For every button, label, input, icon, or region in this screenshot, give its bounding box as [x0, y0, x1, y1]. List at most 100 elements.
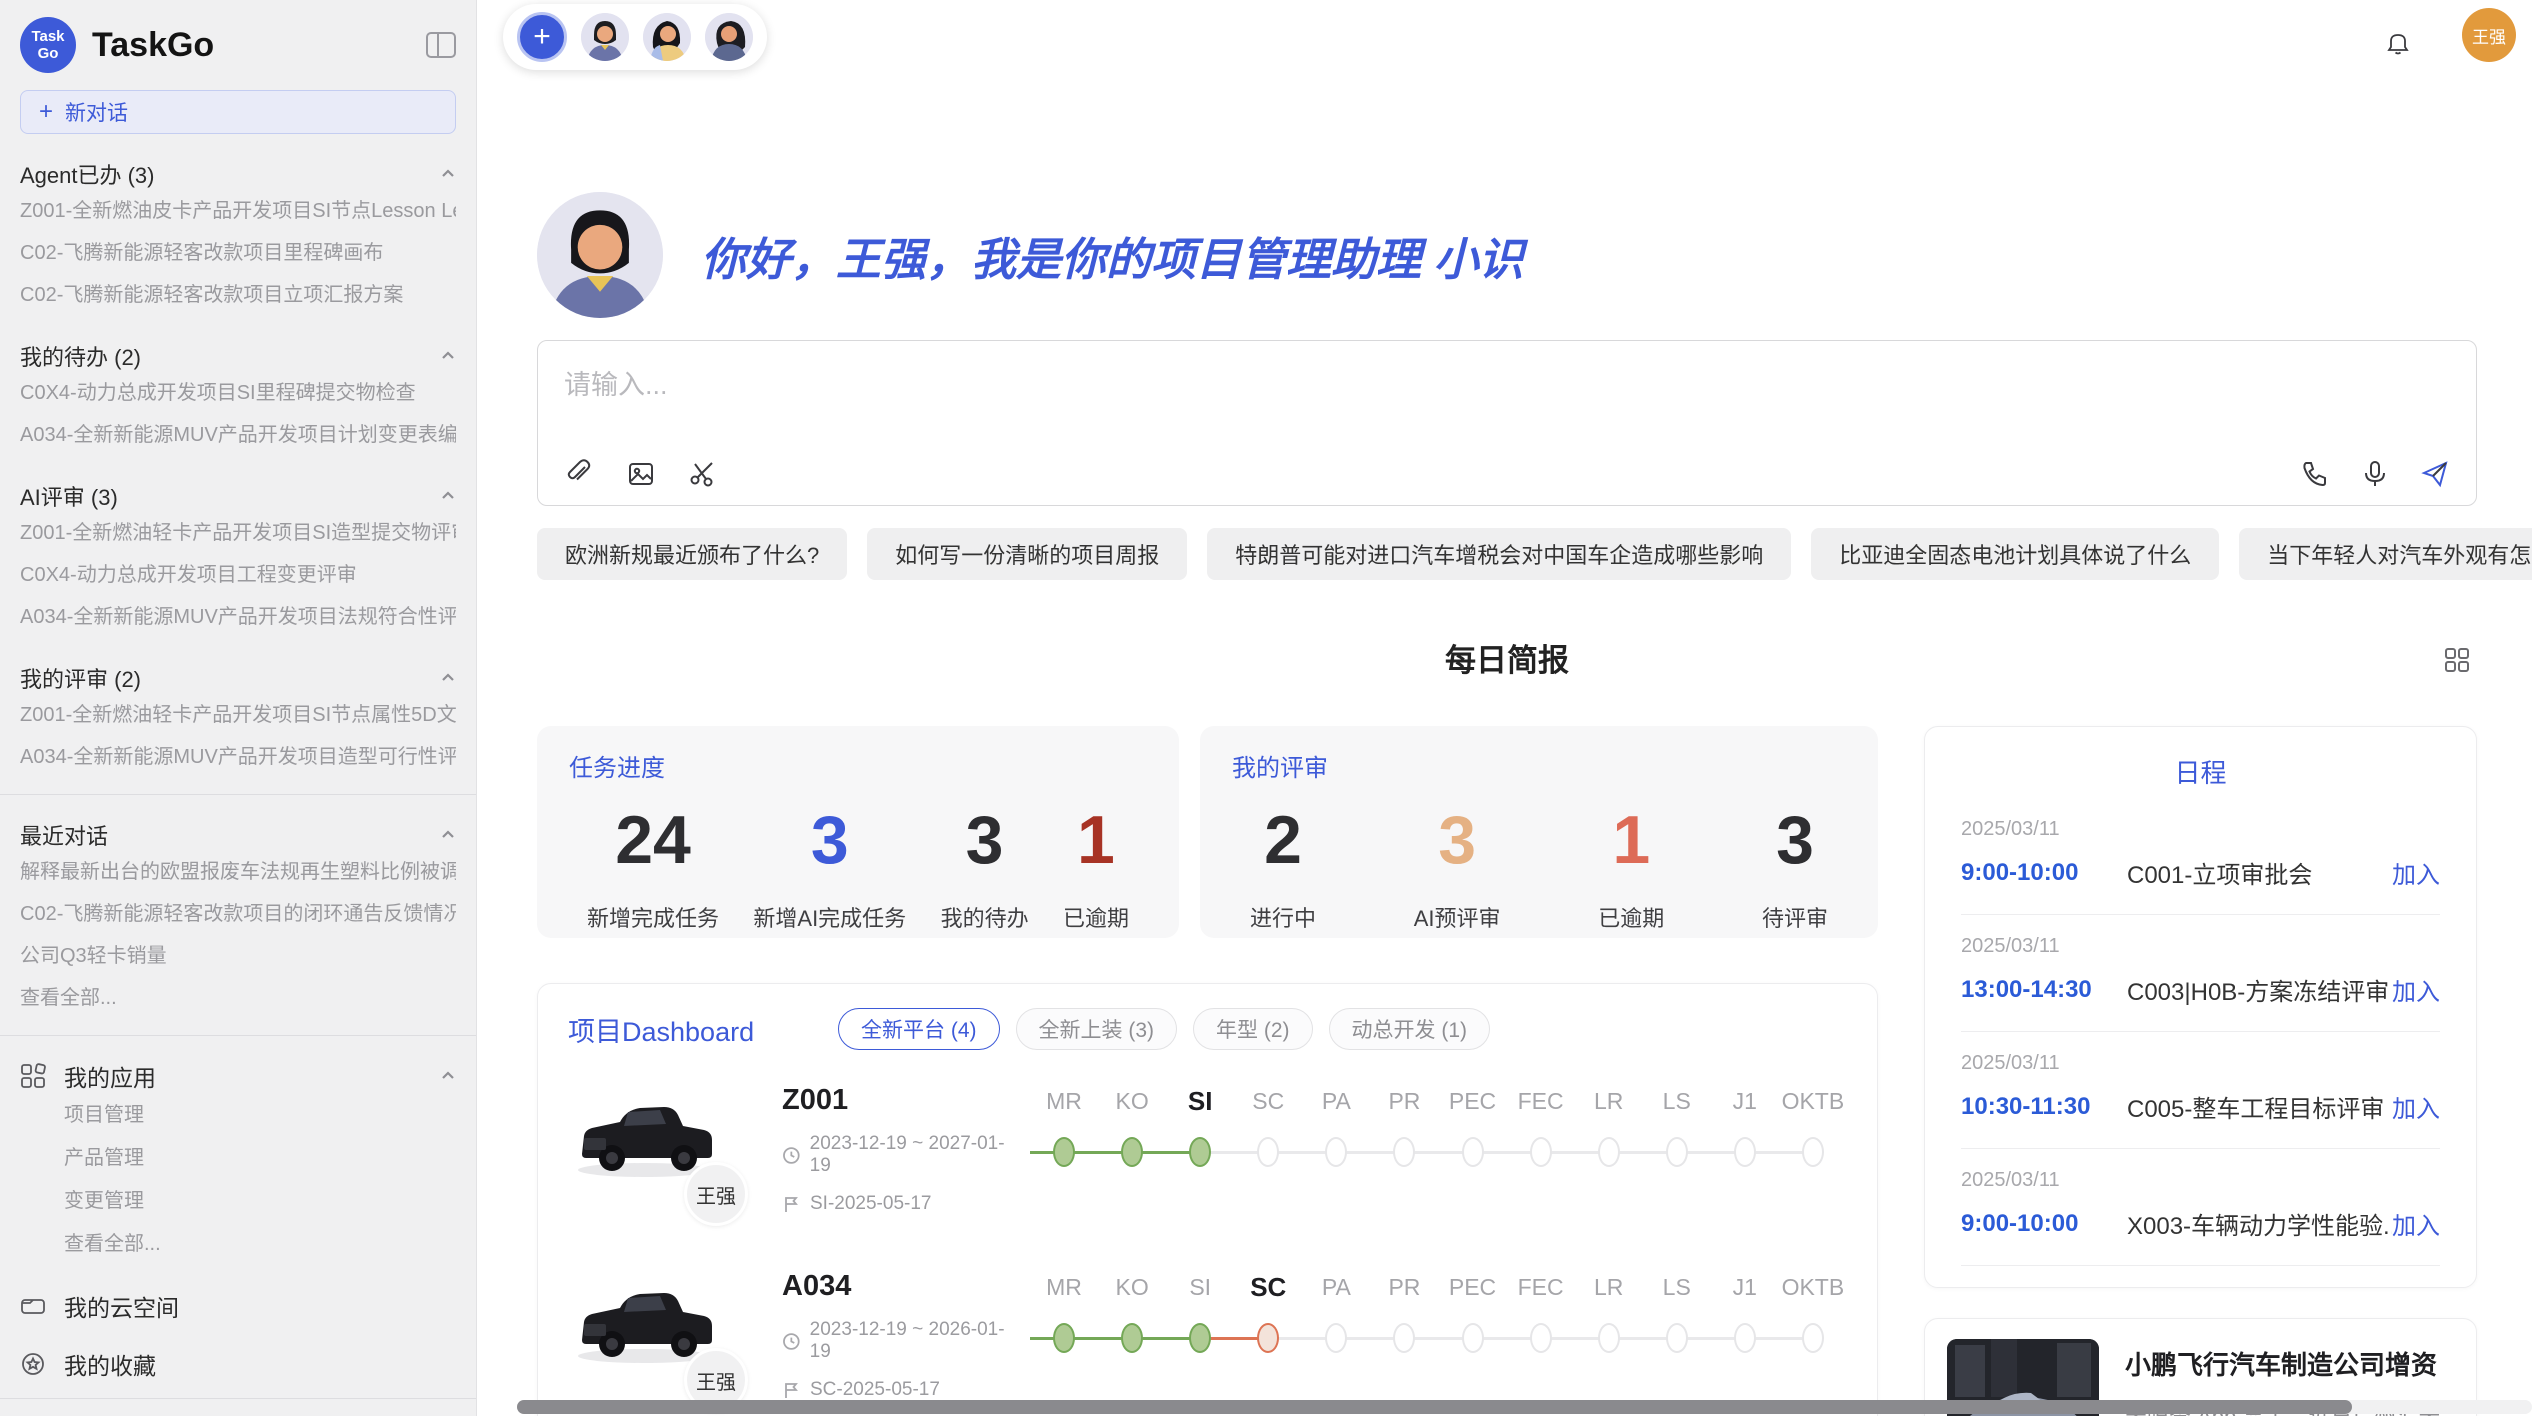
sidebar-task-item[interactable]: C0X4-动力总成开发项目SI里程碑提交物检查 [20, 372, 456, 414]
avatar[interactable] [705, 13, 753, 61]
milestone-dot[interactable] [1121, 1323, 1143, 1353]
milestone-dot[interactable] [1666, 1323, 1688, 1353]
new-chat-button[interactable]: + 新对话 [20, 90, 456, 134]
user-avatar[interactable]: 王强 [2462, 8, 2516, 62]
dashboard-tab[interactable]: 全新上装 (3) [1016, 1008, 1178, 1050]
project-row[interactable]: 王强A0342023-12-19 ~ 2026-01-19SC-2025-05-… [568, 1270, 1847, 1416]
attachment-icon[interactable] [564, 459, 594, 489]
microphone-icon[interactable] [2360, 459, 2390, 489]
section-header: 我的评审 (2) [20, 662, 456, 694]
stat-column: 3我的待办 [941, 801, 1029, 933]
sidebar-task-item[interactable]: Z001-全新燃油轻卡产品开发项目SI节点属性5D文件评审 [20, 694, 456, 736]
recent-conversation-item[interactable]: C02-飞腾新能源轻客改款项目的闭环通告反馈情况 [20, 893, 456, 935]
milestone-dot[interactable] [1257, 1137, 1279, 1167]
phone-icon[interactable] [2300, 459, 2330, 489]
milestone: PR [1370, 1084, 1438, 1236]
milestone-dot[interactable] [1734, 1323, 1756, 1353]
chevron-up-icon[interactable] [440, 348, 456, 364]
collapse-sidebar-icon[interactable] [426, 32, 456, 58]
chevron-up-icon[interactable] [440, 1068, 456, 1084]
suggestion-chip[interactable]: 欧洲新规最近颁布了什么? [537, 528, 847, 580]
app-item[interactable]: 变更管理 [20, 1180, 456, 1223]
suggestion-chip[interactable]: 当下年轻人对汽车外观有怎样的喜好趋势 [2239, 528, 2532, 580]
chevron-up-icon[interactable] [440, 488, 456, 504]
app-item[interactable]: 产品管理 [20, 1137, 456, 1180]
sidebar-task-item[interactable]: C02-飞腾新能源轻客改款项目里程碑画布 [20, 232, 456, 274]
milestone-dot[interactable] [1802, 1137, 1824, 1167]
send-icon[interactable] [2420, 459, 2450, 489]
app-item[interactable]: 项目管理 [20, 1094, 456, 1137]
sidebar-task-item[interactable]: Z001-全新燃油轻卡产品开发项目SI造型提交物评审 [20, 512, 456, 554]
milestone-dot[interactable] [1393, 1137, 1415, 1167]
suggestion-chip[interactable]: 特朗普可能对进口汽车增税会对中国车企造成哪些影响 [1207, 528, 1791, 580]
milestone-dot[interactable] [1053, 1323, 1075, 1353]
notification-bell-icon[interactable] [2384, 30, 2412, 58]
view-all-conversations-link[interactable]: 查看全部... [20, 977, 456, 1019]
milestone-label: PR [1370, 1084, 1438, 1118]
milestone-dot[interactable] [1189, 1137, 1211, 1167]
project-dates: 2023-12-19 ~ 2026-01-19 [782, 1319, 1022, 1363]
project-flag-text: SI-2025-05-17 [810, 1193, 931, 1215]
milestone-dot[interactable] [1121, 1137, 1143, 1167]
scissors-icon[interactable] [688, 459, 718, 489]
dashboard-tab[interactable]: 动总开发 (1) [1329, 1008, 1491, 1050]
milestone-dot[interactable] [1530, 1323, 1552, 1353]
join-link[interactable]: 加入 [2392, 1089, 2440, 1124]
suggestion-chip[interactable]: 比亚迪全固态电池计划具体说了什么 [1811, 528, 2219, 580]
flag-icon [782, 1381, 801, 1400]
sidebar-task-item[interactable]: C02-飞腾新能源轻客改款项目立项汇报方案 [20, 274, 456, 316]
dashboard-tab[interactable]: 全新平台 (4) [838, 1008, 1000, 1050]
scrollbar-thumb[interactable] [517, 1400, 2352, 1414]
section-header: Agent已办 (3) [20, 158, 456, 190]
milestone-dot[interactable] [1053, 1137, 1075, 1167]
avatar[interactable] [581, 13, 629, 61]
stat-label: 我的待办 [941, 901, 1029, 933]
join-link[interactable]: 加入 [2392, 972, 2440, 1007]
agent-switcher: + [503, 4, 767, 70]
recent-conversation-item[interactable]: 解释最新出台的欧盟报废车法规再生塑料比例被调至15%... [20, 851, 456, 893]
milestone-dot[interactable] [1189, 1323, 1211, 1353]
stat-label: 新增AI完成任务 [753, 901, 906, 933]
milestone-dot[interactable] [1802, 1323, 1824, 1353]
milestone-dot[interactable] [1462, 1323, 1484, 1353]
my-cloud-space[interactable]: 我的云空间 [20, 1288, 456, 1324]
add-agent-button[interactable]: + [517, 12, 567, 62]
milestone-label: LS [1643, 1270, 1711, 1304]
sidebar-task-item[interactable]: A034-全新新能源MUV产品开发项目造型可行性评审 [20, 736, 456, 778]
sidebar-task-item[interactable]: A034-全新新能源MUV产品开发项目法规符合性评审 [20, 596, 456, 638]
chevron-up-icon[interactable] [440, 670, 456, 686]
recent-conversation-item[interactable]: 公司Q3轻卡销量 [20, 935, 456, 977]
my-favorites[interactable]: 我的收藏 [20, 1346, 456, 1382]
view-all-apps-link[interactable]: 查看全部... [20, 1223, 456, 1266]
milestone-dot[interactable] [1325, 1137, 1347, 1167]
join-link[interactable]: 加入 [2392, 855, 2440, 890]
layout-grid-icon[interactable] [2443, 646, 2471, 674]
chevron-up-icon[interactable] [440, 827, 456, 843]
chat-input[interactable] [564, 363, 2164, 419]
suggestion-chip[interactable]: 如何写一份清晰的项目周报 [867, 528, 1187, 580]
sidebar-task-item[interactable]: C0X4-动力总成开发项目工程变更评审 [20, 554, 456, 596]
milestone-dot[interactable] [1598, 1137, 1620, 1167]
milestone-dot[interactable] [1734, 1137, 1756, 1167]
milestone-label: LS [1643, 1084, 1711, 1118]
chevron-up-icon[interactable] [440, 166, 456, 182]
image-icon[interactable] [626, 459, 656, 489]
milestone-dot[interactable] [1666, 1137, 1688, 1167]
milestone-dot[interactable] [1462, 1137, 1484, 1167]
join-link[interactable]: 加入 [2392, 1206, 2440, 1241]
milestone-dot[interactable] [1257, 1323, 1279, 1353]
section-header: 我的待办 (2) [20, 340, 456, 372]
milestone-dot[interactable] [1393, 1323, 1415, 1353]
milestone-label: OKTB [1779, 1270, 1847, 1304]
milestone-dot[interactable] [1325, 1323, 1347, 1353]
avatar[interactable] [643, 13, 691, 61]
project-row[interactable]: 王强Z0012023-12-19 ~ 2027-01-19SI-2025-05-… [568, 1084, 1847, 1236]
sidebar-task-item[interactable]: A034-全新新能源MUV产品开发项目计划变更表编写 [20, 414, 456, 456]
my-apps-header[interactable]: 我的应用 [20, 1058, 456, 1094]
milestone: PA [1302, 1084, 1370, 1236]
dashboard-tab[interactable]: 年型 (2) [1193, 1008, 1313, 1050]
milestone-dot[interactable] [1598, 1323, 1620, 1353]
sidebar-task-item[interactable]: Z001-全新燃油皮卡产品开发项目SI节点Lesson Learn报告 [20, 190, 456, 232]
milestone-dot[interactable] [1530, 1137, 1552, 1167]
milestone-dot-zone [1030, 1318, 1098, 1358]
